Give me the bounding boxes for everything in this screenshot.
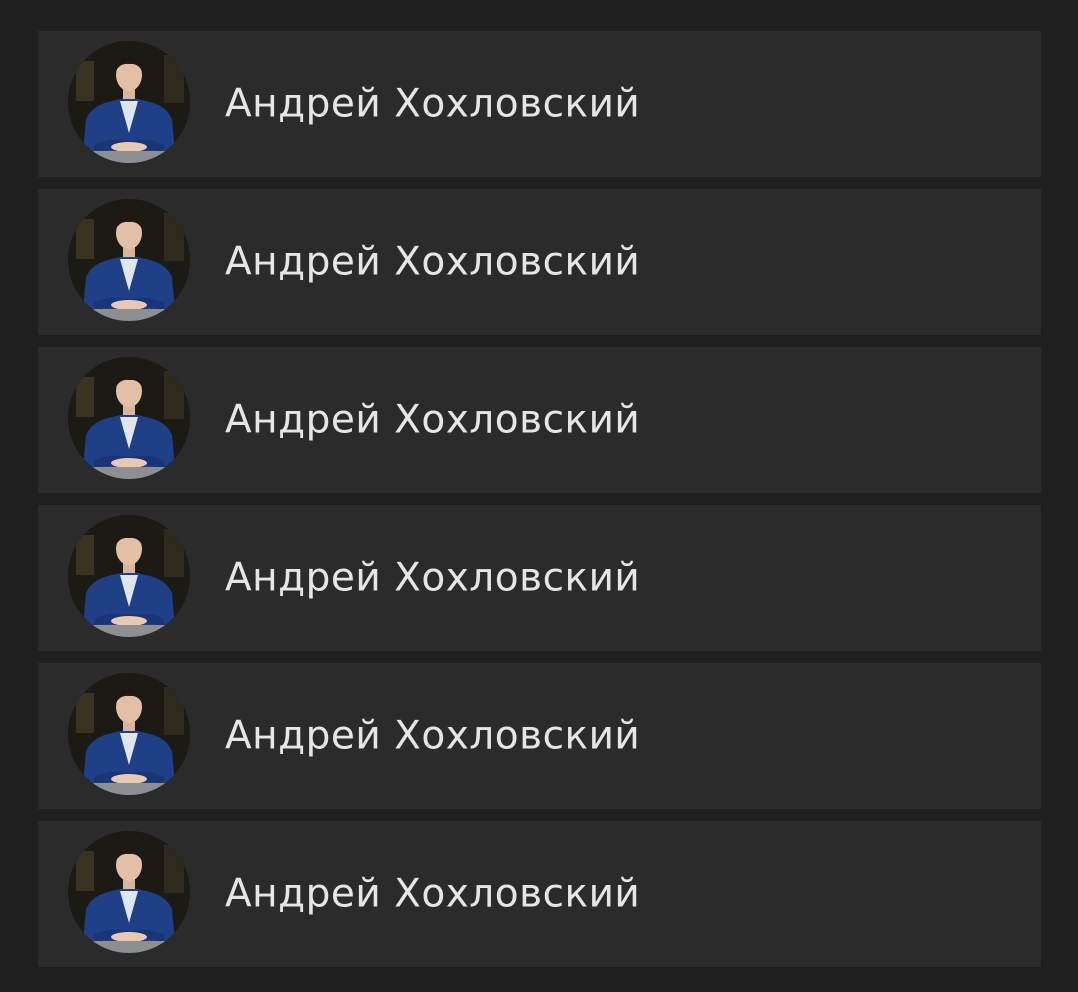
contact-row[interactable]: Андрей Хохловский	[38, 663, 1041, 809]
avatar[interactable]	[68, 831, 190, 953]
contact-row[interactable]: Андрей Хохловский	[38, 189, 1041, 335]
contact-row[interactable]: Андрей Хохловский	[38, 505, 1041, 651]
avatar[interactable]	[68, 41, 190, 163]
contact-name: Андрей Хохловский	[225, 713, 641, 759]
contact-list: Андрей Хохловский Андрей Хохловский Андр…	[38, 31, 1041, 967]
contact-name: Андрей Хохловский	[225, 239, 641, 285]
person-photo-icon	[68, 673, 190, 795]
person-photo-icon	[68, 515, 190, 637]
person-photo-icon	[68, 831, 190, 953]
contact-name: Андрей Хохловский	[225, 555, 641, 601]
contact-name: Андрей Хохловский	[225, 397, 641, 443]
person-photo-icon	[68, 41, 190, 163]
person-photo-icon	[68, 357, 190, 479]
avatar[interactable]	[68, 199, 190, 321]
person-photo-icon	[68, 199, 190, 321]
contact-row[interactable]: Андрей Хохловский	[38, 31, 1041, 177]
avatar[interactable]	[68, 357, 190, 479]
contact-name: Андрей Хохловский	[225, 871, 641, 917]
contact-name: Андрей Хохловский	[225, 81, 641, 127]
contact-row[interactable]: Андрей Хохловский	[38, 347, 1041, 493]
avatar[interactable]	[68, 515, 190, 637]
contact-row[interactable]: Андрей Хохловский	[38, 821, 1041, 967]
avatar[interactable]	[68, 673, 190, 795]
